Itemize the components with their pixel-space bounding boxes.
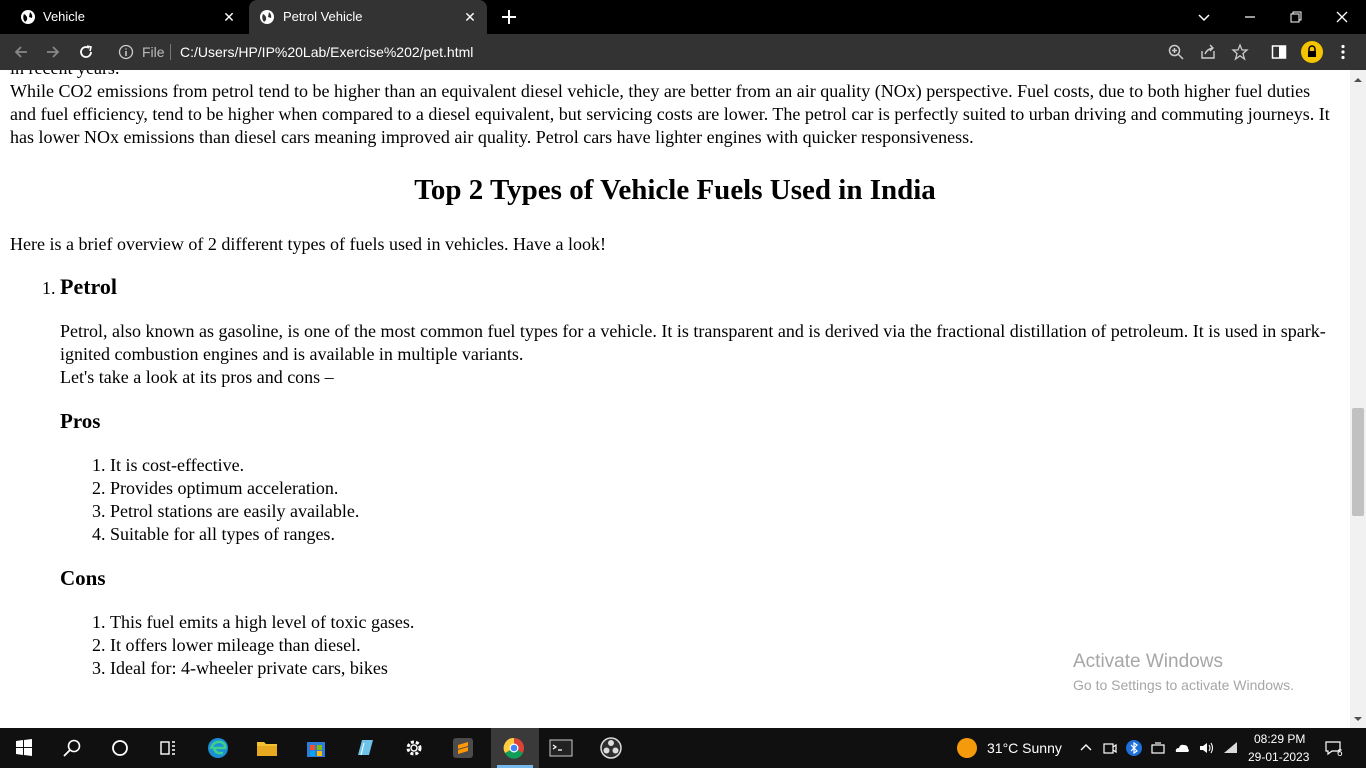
menu-icon[interactable]	[1334, 43, 1352, 61]
back-icon[interactable]	[12, 43, 30, 61]
pros-cons-lead: Let's take a look at its pros and cons –	[60, 367, 334, 387]
chrome-icon[interactable]	[499, 733, 529, 763]
address-divider	[170, 44, 171, 60]
watermark-title: Activate Windows	[1073, 651, 1223, 672]
activate-windows-watermark: Activate Windows Go to Settings to activ…	[1073, 650, 1294, 696]
list-item: Petrol stations are easily available.	[110, 500, 1340, 523]
fuel-item-petrol: Petrol Petrol, also known as gasoline, i…	[60, 274, 1340, 680]
share-icon[interactable]	[1199, 43, 1217, 61]
globe-icon	[21, 10, 35, 24]
restore-icon[interactable]	[1285, 6, 1307, 28]
settings-gear-icon[interactable]	[399, 733, 429, 763]
clock-date[interactable]: 29-01-2023	[1248, 750, 1309, 764]
device-icon[interactable]	[1149, 739, 1167, 757]
tab-title: Petrol Vehicle	[283, 9, 363, 24]
fuel-title: Petrol	[60, 274, 118, 299]
volume-icon[interactable]	[1197, 739, 1215, 757]
cortana-icon[interactable]	[105, 733, 135, 763]
search-icon[interactable]	[57, 733, 87, 763]
info-icon[interactable]	[117, 43, 135, 61]
sublime-text-icon[interactable]	[448, 733, 478, 763]
vertical-scrollbar[interactable]	[1350, 70, 1366, 728]
scheme-label: File	[142, 44, 165, 60]
onedrive-icon[interactable]	[1173, 739, 1191, 757]
list-item: It is cost-effective.	[110, 454, 1340, 477]
microsoft-store-icon[interactable]	[301, 733, 331, 763]
new-tab-icon[interactable]	[500, 8, 518, 26]
scroll-down-arrow-icon[interactable]	[1350, 711, 1366, 727]
pros-list: It is cost-effective. Provides optimum a…	[60, 454, 1340, 546]
task-view-icon[interactable]	[153, 733, 183, 763]
intro-paragraph: While CO2 emissions from petrol tend to …	[10, 81, 1330, 147]
obs-icon[interactable]	[596, 733, 626, 763]
overview-text: Here is a brief overview of 2 different …	[10, 234, 606, 254]
tab-strip: Vehicle ✕ Petrol Vehicle ✕	[0, 0, 1366, 34]
tab-vehicle[interactable]: Vehicle ✕	[0, 0, 246, 34]
cons-heading: Cons	[60, 566, 106, 590]
file-explorer-icon[interactable]	[252, 733, 282, 763]
pros-heading: Pros	[60, 409, 101, 433]
close-window-icon[interactable]	[1331, 6, 1353, 28]
watermark-subtitle: Go to Settings to activate Windows.	[1073, 677, 1294, 693]
terminal-icon[interactable]	[546, 733, 576, 763]
minimize-icon[interactable]	[1239, 6, 1261, 28]
page-heading: Top 2 Types of Vehicle Fuels Used in Ind…	[414, 174, 936, 206]
page-viewport: in recent years. While CO2 emissions fro…	[0, 70, 1350, 728]
forward-icon[interactable]	[44, 43, 62, 61]
notepad-app-icon[interactable]	[350, 733, 380, 763]
scroll-up-arrow-icon[interactable]	[1350, 72, 1366, 88]
weather-sun-icon[interactable]	[956, 737, 978, 759]
url-text[interactable]: C:/Users/HP/IP%20Lab/Exercise%202/pet.ht…	[180, 44, 473, 60]
windows-start-icon[interactable]	[9, 733, 39, 763]
scrollbar-thumb[interactable]	[1352, 408, 1364, 516]
reload-icon[interactable]	[77, 43, 95, 61]
bookmark-star-icon[interactable]	[1231, 43, 1249, 61]
show-hidden-icons-chevron[interactable]	[1077, 739, 1095, 757]
bluetooth-icon[interactable]	[1125, 739, 1143, 757]
weather-text[interactable]: 31°C Sunny	[987, 740, 1062, 756]
zoom-icon[interactable]	[1167, 43, 1185, 61]
close-tab-icon[interactable]: ✕	[220, 8, 238, 26]
notification-badge: 6	[1337, 748, 1343, 759]
profile-avatar-icon[interactable]	[1301, 41, 1323, 63]
tab-title: Vehicle	[43, 9, 85, 24]
list-item: Suitable for all types of ranges.	[110, 523, 1340, 546]
globe-icon	[260, 10, 274, 24]
list-item: This fuel emits a high level of toxic ga…	[110, 611, 1340, 634]
close-tab-icon[interactable]: ✕	[461, 8, 479, 26]
edge-icon[interactable]	[203, 733, 233, 763]
top-fragment: in recent years.	[10, 70, 1340, 80]
fuel-list: Petrol Petrol, also known as gasoline, i…	[10, 274, 1340, 680]
wifi-icon[interactable]	[1222, 739, 1240, 757]
tab-search-chevron-icon[interactable]	[1193, 6, 1215, 28]
meet-now-icon[interactable]	[1101, 739, 1119, 757]
clock-time[interactable]: 08:29 PM	[1254, 732, 1305, 746]
page-content: in recent years. While CO2 emissions fro…	[10, 70, 1340, 680]
side-panel-icon[interactable]	[1270, 43, 1288, 61]
tab-petrol-vehicle[interactable]: Petrol Vehicle ✕	[249, 0, 487, 34]
list-item: Provides optimum acceleration.	[110, 477, 1340, 500]
fuel-description: Petrol, also known as gasoline, is one o…	[60, 321, 1326, 364]
